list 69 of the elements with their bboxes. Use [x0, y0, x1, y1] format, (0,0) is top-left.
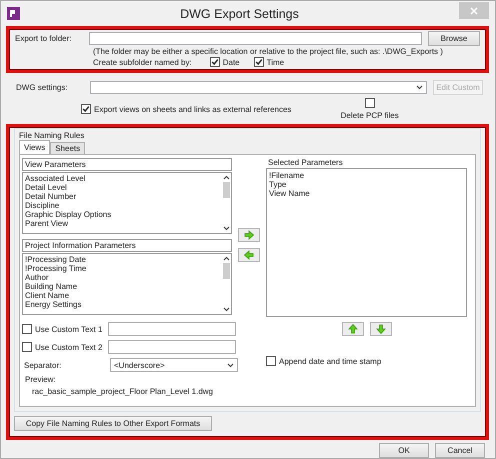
checkbox[interactable] — [364, 98, 375, 108]
list-item[interactable]: Detail Level — [25, 183, 220, 192]
list-header: Selected Parameters — [268, 158, 344, 168]
checkbox-label: Time — [266, 58, 284, 66]
list-item[interactable]: Author — [25, 273, 220, 282]
tab[interactable]: Views — [19, 140, 50, 154]
arrow-button[interactable] — [238, 248, 260, 262]
scrollbar[interactable] — [222, 173, 231, 233]
copy-rules-button[interactable]: Copy File Naming Rules to Other Export Formats — [14, 416, 212, 431]
field-label: DWG settings: — [16, 83, 69, 92]
close-icon — [470, 6, 478, 14]
arrow-down-icon — [376, 324, 386, 334]
list-item[interactable]: Graphic Display Options — [25, 210, 220, 219]
list-item[interactable]: View Name — [269, 189, 464, 198]
arrow-up-icon — [348, 324, 358, 334]
scroll-up-icon[interactable] — [223, 175, 230, 180]
arrow-button[interactable] — [370, 322, 392, 336]
app-logo-icon — [7, 7, 20, 20]
checkbox-label: Use Custom Text 1 — [35, 324, 102, 334]
checkbox-label: Use Custom Text 2 — [35, 342, 102, 352]
hint-text: (The folder may be either a specific location or relative to the project file, such as: .\DWG_Exports ) — [93, 47, 444, 56]
arrow-button[interactable] — [238, 228, 260, 242]
preview-filename: rac_basic_sample_project_Floor Plan_Level 1.dwg — [32, 387, 214, 396]
group-title: File Naming Rules — [19, 131, 84, 140]
list-item[interactable]: Client Name — [25, 291, 220, 300]
checkbox-label: Export views on sheets and links as external references — [94, 104, 292, 114]
tab[interactable]: Sheets — [50, 142, 86, 154]
list-item[interactable]: Type — [269, 180, 464, 189]
field-label: Export to folder: — [15, 34, 72, 43]
list-item[interactable]: Building Name — [25, 282, 220, 291]
scroll-up-icon[interactable] — [223, 256, 230, 261]
scrollbar[interactable] — [222, 254, 231, 314]
preview-label: Preview: — [25, 375, 57, 384]
dialog-button[interactable]: OK — [379, 443, 429, 458]
list-item[interactable]: !Processing Date — [25, 255, 220, 264]
browse-button[interactable]: Browse — [428, 31, 480, 46]
checkbox[interactable] — [266, 356, 276, 366]
arrow-button[interactable] — [342, 322, 364, 336]
custom-text-field[interactable] — [108, 322, 236, 336]
list-item[interactable]: Associated Level — [25, 174, 220, 183]
field-label: Separator: — [23, 360, 62, 370]
checkbox[interactable] — [22, 342, 32, 352]
checkbox[interactable] — [210, 57, 220, 67]
arrow-left-icon — [244, 250, 254, 260]
checkbox[interactable] — [254, 57, 264, 67]
custom-text-field[interactable] — [108, 340, 236, 354]
window-title: DWG Export Settings — [179, 6, 300, 20]
list-header: Project Information Parameters — [22, 239, 232, 252]
list-item[interactable]: Detail Number — [25, 192, 220, 201]
folder-input-field[interactable] — [89, 32, 422, 45]
chevron-down-icon — [227, 362, 234, 368]
list-item[interactable]: !Processing Time — [25, 264, 220, 273]
separator-dropdown[interactable]: <Underscore> — [110, 358, 238, 372]
list-header: View Parameters — [22, 158, 232, 171]
list-item[interactable]: Discipline — [25, 201, 220, 210]
checkbox-label: Date — [222, 58, 240, 66]
checkbox-label: Delete PCP files — [340, 111, 399, 120]
chevron-down-icon — [416, 85, 423, 90]
scroll-down-icon[interactable] — [223, 307, 230, 312]
arrow-right-icon — [244, 230, 254, 240]
subfolder-label: Create subfolder named by: — [93, 58, 192, 66]
checkbox-label: Append date and time stamp — [279, 356, 382, 366]
list-item[interactable]: Energy Settings — [25, 300, 220, 309]
scroll-down-icon[interactable] — [223, 226, 230, 231]
dialog-button[interactable]: Cancel — [435, 443, 485, 458]
list-item[interactable]: !Filename — [269, 171, 464, 180]
list-item[interactable]: Parent View — [25, 219, 220, 228]
checkbox[interactable] — [81, 104, 91, 114]
checkbox[interactable] — [22, 324, 32, 334]
